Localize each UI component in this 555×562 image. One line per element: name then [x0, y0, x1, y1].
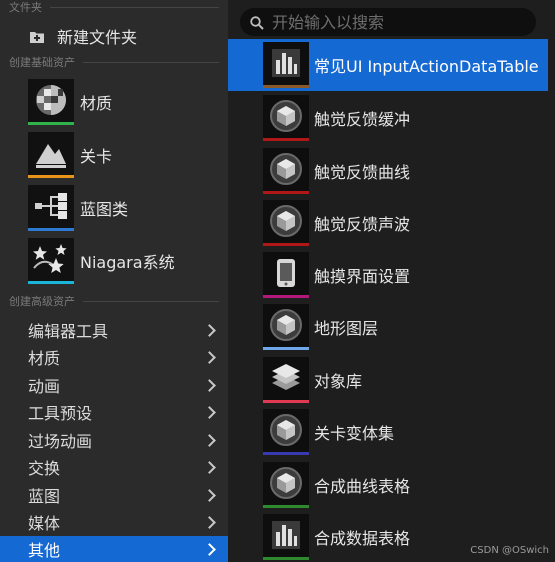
basic-item-level[interactable]: 关卡 [28, 131, 218, 179]
asset-item-common-ui-input-action-data-table[interactable]: 常见UI InputActionDataTable [228, 39, 548, 91]
basic-item-label: 关卡 [80, 147, 113, 166]
chevron-right-icon [203, 323, 216, 337]
basic-item-label: 蓝图类 [80, 200, 129, 219]
data-table-icon [263, 514, 309, 560]
chevron-right-icon [203, 515, 216, 529]
asset-item-haptic-curve[interactable]: 触觉反馈曲线 [228, 145, 548, 197]
cube-icon [263, 462, 309, 508]
asset-item-label: 触觉反馈曲线 [314, 163, 411, 182]
asset-item-label: 触觉反馈声波 [314, 215, 411, 234]
search-input[interactable] [272, 12, 522, 32]
chevron-right-icon [203, 350, 216, 364]
adv-item-tool-presets[interactable]: 工具预设 [0, 399, 228, 425]
asset-item-label: 触摸界面设置 [314, 267, 411, 286]
adv-item-media[interactable]: 媒体 [0, 509, 228, 535]
new-folder-button[interactable]: 新建文件夹 [0, 22, 228, 50]
cube-icon [263, 409, 309, 455]
stack-icon [263, 357, 309, 403]
section-header-basic: 创建基础资产 [9, 55, 219, 69]
niagara-stars-icon [28, 238, 74, 284]
asset-item-haptic-buffer[interactable]: 触觉反馈缓冲 [228, 92, 548, 144]
adv-item-other[interactable]: 其他 [0, 536, 228, 562]
adv-item-material[interactable]: 材质 [0, 344, 228, 370]
chevron-right-icon [203, 405, 216, 419]
adv-item-label: 过场动画 [28, 432, 93, 451]
search-box[interactable] [240, 8, 536, 36]
adv-item-label: 蓝图 [28, 487, 61, 506]
asset-item-touch-interface[interactable]: 触摸界面设置 [228, 249, 548, 301]
basic-item-material[interactable]: 材质 [28, 78, 218, 126]
adv-item-label: 交换 [28, 459, 61, 478]
asset-submenu: 常见UI InputActionDataTable 触觉反馈缓冲 触觉反馈曲线 [228, 0, 555, 562]
cube-icon [263, 95, 309, 141]
asset-item-label: 地形图层 [314, 319, 379, 338]
asset-item-composite-curve-table[interactable]: 合成曲线表格 [228, 459, 548, 511]
asset-item-label: 触觉反馈缓冲 [314, 110, 411, 129]
material-ball-icon [28, 79, 74, 125]
section-label: 创建基础资产 [9, 56, 75, 69]
adv-item-interchange[interactable]: 交换 [0, 454, 228, 480]
asset-item-label: 对象库 [314, 372, 363, 391]
adv-item-label: 编辑器工具 [28, 322, 109, 341]
tablet-icon [263, 252, 309, 298]
adv-item-label: 媒体 [28, 514, 61, 533]
adv-item-label: 工具预设 [28, 404, 93, 423]
asset-item-label: 合成曲线表格 [314, 477, 411, 496]
watermark: CSDN @OSwich [470, 545, 549, 556]
asset-item-haptic-soundwave[interactable]: 触觉反馈声波 [228, 197, 548, 249]
data-table-icon [263, 42, 309, 88]
basic-item-niagara[interactable]: Niagara系统 [28, 237, 218, 285]
basic-item-label: 材质 [80, 94, 113, 113]
adv-item-animation[interactable]: 动画 [0, 372, 228, 398]
adv-item-label: 动画 [28, 377, 61, 396]
cube-icon [263, 304, 309, 350]
adv-item-editor-tools[interactable]: 编辑器工具 [0, 317, 228, 343]
basic-item-blueprint[interactable]: 蓝图类 [28, 184, 218, 232]
section-label: 文件夹 [9, 1, 42, 14]
chevron-right-icon [203, 488, 216, 502]
folder-add-icon [29, 29, 45, 43]
chevron-right-icon [203, 433, 216, 447]
asset-item-object-library[interactable]: 对象库 [228, 354, 548, 406]
adv-item-label: 其他 [28, 541, 61, 560]
adv-item-blueprint[interactable]: 蓝图 [0, 482, 228, 508]
asset-item-level-variant-sets[interactable]: 关卡变体集 [228, 406, 548, 458]
new-folder-label: 新建文件夹 [57, 28, 138, 47]
search-icon [250, 15, 264, 30]
adv-item-cinematics[interactable]: 过场动画 [0, 427, 228, 453]
cube-icon [263, 200, 309, 246]
asset-item-label: 合成数据表格 [314, 529, 411, 548]
basic-item-label: Niagara系统 [80, 253, 175, 272]
level-mountain-icon [28, 132, 74, 178]
asset-item-label: 常见UI InputActionDataTable [314, 57, 539, 76]
asset-item-landscape-layer[interactable]: 地形图层 [228, 301, 548, 353]
chevron-right-icon [203, 460, 216, 474]
chevron-right-icon [203, 378, 216, 392]
section-header-folder: 文件夹 [9, 0, 219, 14]
asset-item-label: 关卡变体集 [314, 424, 395, 443]
section-header-advanced: 创建高级资产 [9, 294, 219, 308]
chevron-right-icon [203, 542, 216, 556]
left-panel: 文件夹 新建文件夹 创建基础资产 材质 关卡 蓝图类 Niagara系统 创建高… [0, 0, 228, 562]
cube-icon [263, 148, 309, 194]
section-label: 创建高级资产 [9, 295, 75, 308]
adv-item-label: 材质 [28, 349, 61, 368]
blueprint-graph-icon [28, 185, 74, 231]
